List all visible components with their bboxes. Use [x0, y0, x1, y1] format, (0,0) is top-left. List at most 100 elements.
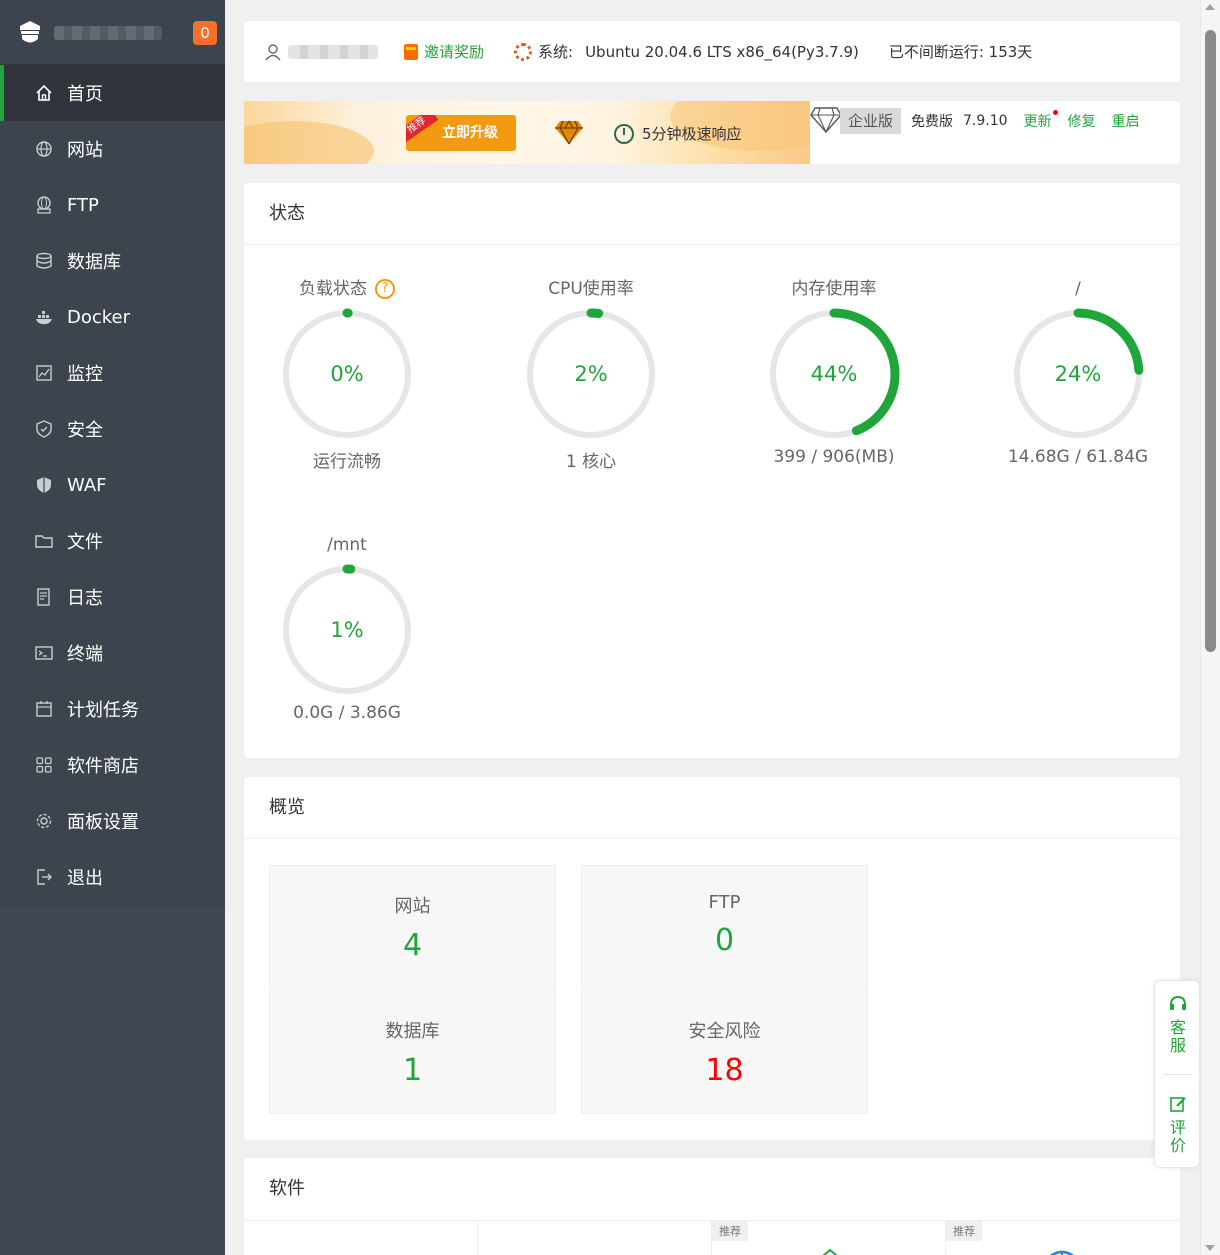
gauge-memory[interactable]: 内存使用率 44% 399 / 906(MB) [734, 277, 934, 467]
ubuntu-icon [514, 42, 533, 61]
enterprise-label: 企业版 [848, 112, 894, 130]
sidebar-item-terminal[interactable]: 终端 [0, 625, 225, 681]
sidebar-item-files[interactable]: 文件 [0, 513, 225, 569]
sidebar-item-logs[interactable]: 日志 [0, 569, 225, 625]
restart-link[interactable]: 重启 [1112, 111, 1140, 131]
sidebar-item-database[interactable]: 数据库 [0, 233, 225, 289]
scroll-down-arrow-icon[interactable] [1205, 1245, 1215, 1251]
sidebar-item-label: WAF [67, 474, 107, 496]
monitor-icon [34, 363, 54, 383]
page-scrollbar[interactable] [1200, 0, 1220, 1255]
review-button[interactable]: 评价 [1155, 1095, 1201, 1155]
overview-security-risk[interactable]: 安全风险 18 [581, 990, 868, 1114]
gauge-value: 44% [811, 362, 858, 386]
logout-icon [34, 867, 54, 887]
system-label: 系统: [538, 43, 574, 61]
status-title: 状态 [244, 183, 1180, 245]
overview-label: FTP [708, 892, 741, 913]
service-label: 客服 [1169, 1018, 1186, 1055]
sidebar-item-label: 计划任务 [67, 700, 139, 721]
fast-response-text: 5分钟极速响应 [614, 123, 742, 144]
terminal-icon [34, 643, 54, 663]
sidebar: 0 首页 网站 FTP 数据库 Docker 监控 安全 WAF 文件 日志 终… [0, 0, 225, 1255]
clock-icon [614, 123, 634, 144]
recommend-tag: 推荐 [406, 115, 439, 144]
gauge-title: / [1075, 279, 1081, 299]
overview-databases[interactable]: 数据库 1 [269, 990, 556, 1114]
software-slot[interactable]: 推荐 [712, 1221, 946, 1255]
overview-label: 网站 [394, 896, 431, 917]
waf-shield-icon [34, 475, 54, 495]
docker-icon [34, 307, 54, 327]
gauge-sub: 399 / 906(MB) [773, 447, 895, 467]
headset-icon [1170, 995, 1186, 1010]
help-icon[interactable]: ? [375, 279, 395, 299]
recommend-tag: 推荐 [712, 1221, 748, 1241]
sidebar-item-docker[interactable]: Docker [0, 289, 225, 345]
upgrade-now-button[interactable]: 推荐 立即升级 [406, 115, 516, 151]
overview-value: 4 [402, 928, 423, 963]
sidebar-item-label: 安全 [67, 420, 103, 441]
sidebar-item-label: FTP [67, 194, 99, 216]
customer-service-button[interactable]: 客服 [1155, 995, 1201, 1055]
overview-label: 安全风险 [688, 1021, 761, 1042]
sidebar-item-cron[interactable]: 计划任务 [0, 681, 225, 737]
database-icon [34, 251, 54, 271]
enterprise-badge[interactable]: 企业版 [840, 108, 902, 134]
log-icon [34, 587, 54, 607]
gauge-title: /mnt [327, 535, 367, 555]
message-count-badge[interactable]: 0 [193, 21, 217, 45]
gauge-load[interactable]: 负载状态? 0% 运行流畅 [247, 277, 447, 472]
gauge-cpu[interactable]: CPU使用率 2% 1 核心 [491, 277, 691, 472]
gauge-disk-root[interactable]: / 24% 14.68G / 61.84G [978, 277, 1178, 467]
overview-ftp[interactable]: FTP 0 [581, 865, 868, 989]
sidebar-filler [0, 908, 225, 1255]
sidebar-item-store[interactable]: 软件商店 [0, 737, 225, 793]
top-info-bar: 邀请奖励 系统: Ubuntu 20.04.6 LTS x86_64(Py3.7… [244, 21, 1180, 82]
scroll-thumb[interactable] [1205, 30, 1216, 652]
sidebar-header: 0 [0, 0, 225, 65]
sidebar-item-home[interactable]: 首页 [0, 65, 225, 121]
repair-link[interactable]: 修复 [1068, 111, 1096, 131]
shield-icon [34, 419, 54, 439]
gauge-title: CPU使用率 [548, 279, 634, 299]
system-info: 系统: Ubuntu 20.04.6 LTS x86_64(Py3.7.9) [514, 41, 859, 62]
software-slot[interactable]: 推荐 [946, 1221, 1180, 1255]
sidebar-item-label: 面板设置 [67, 812, 139, 833]
software-compass-icon [1050, 1250, 1074, 1255]
sidebar-item-settings[interactable]: 面板设置 [0, 793, 225, 849]
sidebar-item-waf[interactable]: WAF [0, 457, 225, 513]
system-value: Ubuntu 20.04.6 LTS x86_64(Py3.7.9) [585, 42, 859, 61]
software-slot[interactable] [478, 1221, 712, 1255]
sidebar-item-monitor[interactable]: 监控 [0, 345, 225, 401]
sidebar-item-website[interactable]: 网站 [0, 121, 225, 177]
software-shield-icon [822, 1248, 838, 1255]
promo-banner[interactable]: 推荐 立即升级 5分钟极速响应 [244, 101, 810, 164]
globe-icon [34, 139, 54, 159]
free-edition-label: 免费版 [911, 114, 954, 130]
gauge-title-text: 负载状态 [299, 279, 367, 299]
sidebar-item-security[interactable]: 安全 [0, 401, 225, 457]
sidebar-item-logout[interactable]: 退出 [0, 849, 225, 905]
overview-value: 18 [705, 1053, 744, 1088]
calendar-icon [34, 699, 54, 719]
software-card: 软件 推荐 推荐 [244, 1158, 1180, 1255]
edit-icon [1170, 1097, 1186, 1112]
recommend-tag: 推荐 [946, 1221, 982, 1241]
bt-logo-icon [20, 21, 40, 43]
gauge-sub: 运行流畅 [313, 452, 381, 472]
overview-websites[interactable]: 网站 4 [269, 865, 556, 989]
sidebar-item-label: Docker [67, 306, 131, 328]
gauge-ring: 44% [768, 308, 900, 440]
overview-card: 概览 网站 4 FTP 0 数据库 1 安全风险 18 [244, 777, 1180, 1140]
version-area: 企业版 免费版 7.9.10 更新 修复 重启 [810, 101, 1140, 141]
update-link[interactable]: 更新 [1024, 110, 1058, 131]
username-blurred [288, 44, 378, 59]
gauge-disk-mnt[interactable]: /mnt 1% 0.0G / 3.86G [247, 533, 447, 723]
scroll-up-arrow-icon[interactable] [1205, 4, 1215, 10]
sidebar-item-ftp[interactable]: FTP [0, 177, 225, 233]
software-slot[interactable] [244, 1221, 478, 1255]
user-icon [265, 43, 281, 60]
invite-reward-link[interactable]: 邀请奖励 [404, 41, 484, 62]
gauge-sub: 1 核心 [565, 452, 617, 472]
